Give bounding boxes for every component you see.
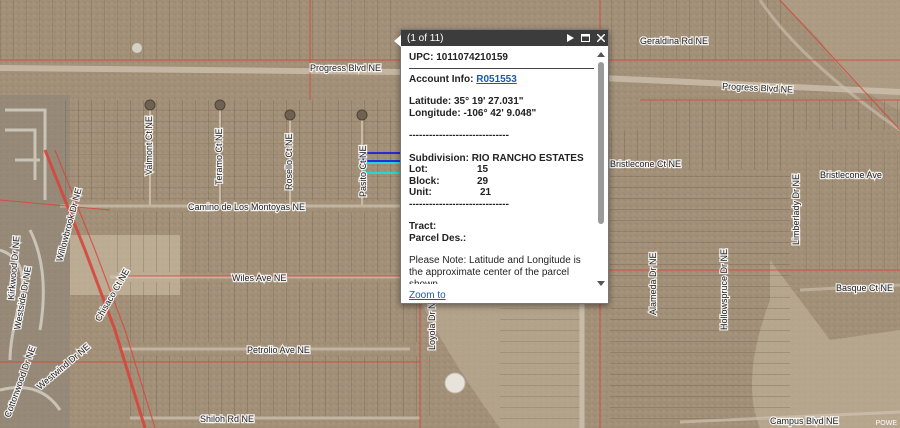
street-label-progress-blvd-west: Progress Blvd NE [310, 63, 381, 73]
street-label-teramo: Teramo Ct NE [214, 128, 224, 185]
street-label-hollowspruce: Hollowspruce Dr NE [719, 249, 729, 330]
parcel-block-7 [640, 100, 900, 130]
popup-content[interactable]: UPC: 1011074210159 Account Info: R051553… [409, 52, 594, 284]
header-divider [409, 67, 594, 69]
scroll-up-icon[interactable] [597, 52, 605, 57]
upc-value: 1011074210159 [436, 52, 508, 63]
street-label-alameda: Alameda Dr NE [648, 252, 658, 315]
parcel-block-11 [500, 300, 580, 420]
parcel-block-4 [130, 356, 430, 416]
parcel-description-label: Parcel Des.: [409, 232, 467, 244]
separator-2: ------------------------------ [409, 198, 509, 210]
longitude-label: Longitude: [409, 107, 461, 119]
account-row: Account Info: R051553 [409, 74, 594, 86]
scroll-thumb[interactable] [598, 62, 604, 224]
street-label-valmont: Valmont Ct NE [144, 116, 154, 175]
map-attribution: POWE [875, 420, 897, 427]
parcel-block-2 [110, 212, 410, 272]
popup-scrollbar[interactable] [596, 50, 606, 286]
popup-footer: Zoom to [409, 290, 446, 301]
unit-row: Unit: 21 [409, 187, 594, 199]
popup-title: (1 of 11) [407, 32, 444, 44]
tract-label: Tract: [409, 221, 437, 232]
street-label-camino: Camino de Los Montoyas NE [188, 202, 305, 212]
subdivision-row: Subdivision: RIO RANCHO ESTATES [409, 153, 594, 165]
parcel-block-9 [610, 0, 790, 60]
latitude-label: Latitude: [409, 96, 452, 107]
parcel-block-6 [610, 170, 790, 420]
upc-label: UPC: [409, 52, 434, 63]
street-label-petrolio: Petrolio Ave NE [247, 345, 310, 355]
parcel-info-popup: (1 of 11) UPC: 1011074210159 Account Inf… [394, 29, 609, 304]
popup-pointer [394, 35, 401, 47]
structure-north [132, 43, 142, 53]
street-label-limberlady: Limberlady Dr NE [791, 174, 801, 245]
street-label-basque: Basque Ct NE [836, 283, 893, 293]
block-value: 29 [477, 175, 489, 187]
block-row: Block: 29 [409, 176, 594, 188]
separator-1: ------------------------------ [409, 130, 509, 141]
lot-label: Lot: [409, 164, 428, 175]
upc-row: UPC: 1011074210159 [409, 52, 594, 64]
street-label-pasito: Pasito Ct NE [358, 145, 368, 197]
parcel-block-8 [0, 0, 400, 60]
account-label: Account Info: [409, 73, 474, 85]
longitude-value: -106° 42' 9.048" [463, 107, 537, 119]
lot-value: 15 [477, 164, 489, 175]
scroll-down-icon[interactable] [597, 281, 605, 286]
coordinates-note: Please Note: Latitude and Longitude is t… [409, 255, 581, 284]
street-label-loyola: Loyola Dr NE [427, 296, 437, 350]
street-label-geraldina: Geraldina Rd NE [640, 36, 708, 46]
street-label-bristlecone-ct: Bristlecone Ct NE [610, 159, 681, 169]
latitude-value: 35° 19' 27.031" [454, 96, 524, 107]
parcel-block-1b [65, 100, 405, 200]
close-icon[interactable] [593, 30, 608, 46]
maximize-icon[interactable] [578, 30, 593, 46]
lot-row: Lot: 15 [409, 164, 594, 176]
subdivision-value: RIO RANCHO ESTATES [471, 152, 584, 164]
street-label-rosello: Rosello Ct NE [284, 133, 294, 190]
water-tank [444, 372, 466, 394]
street-label-wiles: Wiles Ave NE [232, 273, 286, 283]
parcel-block-10 [800, 150, 900, 270]
unit-label: Unit: [409, 187, 432, 198]
popup-titlebar: (1 of 11) [401, 30, 608, 46]
longitude-row: Longitude: -106° 42' 9.048" [409, 108, 594, 120]
block-label: Block: [409, 175, 440, 187]
next-result-icon[interactable] [563, 30, 578, 46]
zoom-to-link[interactable]: Zoom to [409, 290, 446, 301]
latitude-row: Latitude: 35° 19' 27.031" [409, 96, 594, 108]
unit-value: 21 [480, 187, 492, 198]
street-label-shiloh: Shiloh Rd NE [200, 414, 254, 424]
subdivision-label: Subdivision: [409, 152, 469, 164]
street-label-bristlecone-ave: Bristlecone Ave [820, 170, 882, 180]
account-link[interactable]: R051553 [476, 74, 517, 85]
street-label-campus: Campus Blvd NE [770, 416, 839, 426]
parcel-block-3 [120, 282, 420, 342]
